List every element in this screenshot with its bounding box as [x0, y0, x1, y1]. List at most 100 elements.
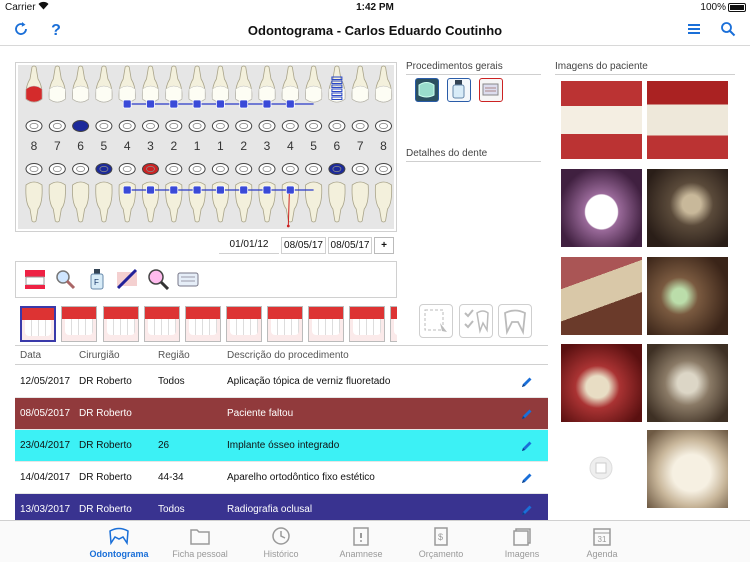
patient-photo[interactable] [647, 257, 728, 335]
procedure-thumb-selected[interactable] [20, 306, 56, 342]
lower-tooth[interactable] [25, 181, 43, 223]
implant-marker-dot[interactable] [286, 224, 290, 228]
teeth-tool-icon[interactable] [24, 268, 46, 290]
upper-crown[interactable] [305, 85, 322, 103]
brace-bracket[interactable] [215, 185, 225, 195]
brace-bracket[interactable] [262, 99, 272, 109]
upper-occlusal-surface[interactable] [281, 120, 299, 132]
col-region-header[interactable]: Região [158, 350, 190, 361]
brace-bracket[interactable] [262, 185, 272, 195]
fluoride-bottle-icon[interactable]: F [86, 268, 108, 290]
search-icon[interactable] [718, 21, 738, 41]
lower-tooth[interactable] [374, 181, 393, 223]
procedure-strip[interactable] [15, 303, 397, 343]
brace-bracket[interactable] [215, 99, 225, 109]
upper-crown[interactable] [49, 85, 66, 103]
edit-pencil-icon[interactable] [520, 407, 534, 421]
patient-photo[interactable] [561, 81, 642, 159]
upper-occlusal-surface[interactable] [48, 120, 66, 132]
patient-photo[interactable] [647, 169, 728, 247]
upper-occlusal-surface[interactable] [25, 120, 43, 132]
upper-crown[interactable] [95, 85, 113, 103]
tab-anamnese[interactable]: Anamnese [321, 525, 401, 559]
upper-occlusal-surface[interactable] [375, 120, 392, 132]
brace-bracket[interactable] [122, 99, 132, 109]
brace-bracket[interactable] [122, 185, 132, 195]
upper-occlusal-surface[interactable] [165, 120, 183, 132]
lower-occlusal-surface[interactable] [235, 163, 253, 175]
upper-occlusal-surface[interactable] [305, 120, 323, 132]
lower-tooth[interactable] [72, 181, 90, 223]
edit-pencil-icon[interactable] [520, 375, 534, 389]
lower-occlusal-surface[interactable] [281, 163, 299, 175]
table-row[interactable]: 13/03/2017 DR Roberto Todos Radiografia ocl… [15, 494, 548, 520]
table-row[interactable]: 08/05/2017 DR Roberto Paciente faltou [15, 398, 548, 430]
patient-photo[interactable] [647, 430, 728, 508]
menu-icon[interactable] [684, 21, 704, 41]
tab-agenda[interactable]: 31 Agenda [562, 525, 642, 559]
lower-occlusal-surface[interactable] [258, 163, 276, 175]
procedure-thumb[interactable] [103, 306, 139, 342]
checklist-tooth-icon[interactable] [459, 304, 493, 338]
lower-occlusal-surface[interactable] [72, 163, 90, 175]
patient-photo[interactable] [561, 344, 642, 422]
lower-tooth[interactable] [95, 181, 113, 223]
procedure-thumb[interactable] [308, 306, 344, 342]
table-row[interactable]: 12/05/2017 DR Roberto Todos Aplicação tópic… [15, 366, 548, 398]
brace-bracket[interactable] [169, 185, 179, 195]
patient-photo[interactable] [647, 81, 728, 159]
col-date-header[interactable]: Data [20, 350, 41, 361]
brace-bracket[interactable] [239, 99, 249, 109]
lower-occlusal-surface[interactable] [165, 163, 183, 175]
lower-tooth[interactable] [328, 181, 346, 223]
upper-occlusal-surface[interactable] [328, 120, 346, 132]
lower-tooth[interactable] [351, 181, 369, 223]
patient-photo[interactable] [561, 169, 642, 247]
lower-occlusal-surface[interactable] [25, 163, 43, 175]
lower-occlusal-surface[interactable] [328, 163, 346, 175]
procedure-thumb[interactable] [144, 306, 180, 342]
col-surgeon-header[interactable]: Cirurgião [79, 350, 120, 361]
odontogram-chart[interactable]: 8 7 6 5 4 3 2 1 1 2 3 4 5 6 7 8 [15, 62, 397, 232]
procedure-thumb[interactable] [349, 306, 385, 342]
upper-occlusal-surface[interactable] [258, 120, 276, 132]
tab-odontograma[interactable]: Odontograma [79, 525, 159, 559]
brace-bracket[interactable] [146, 185, 155, 195]
occlusal-xray-icon[interactable] [479, 78, 503, 102]
xray-panoramic-icon[interactable] [415, 78, 439, 102]
upper-crown[interactable] [375, 85, 392, 103]
lower-occlusal-surface[interactable] [118, 163, 136, 175]
magnifier-tooth-icon[interactable] [54, 268, 76, 290]
lower-occlusal-surface[interactable] [48, 163, 66, 175]
lower-occlusal-surface[interactable] [351, 163, 369, 175]
upper-occlusal-surface[interactable] [351, 120, 369, 132]
brace-bracket[interactable] [192, 185, 202, 195]
brace-bracket[interactable] [285, 99, 295, 109]
procedure-thumb[interactable] [390, 306, 397, 342]
brace-bracket[interactable] [146, 99, 155, 109]
table-row[interactable]: 23/04/2017 DR Roberto 26 Implante ósseo int… [15, 430, 548, 462]
tooth-root-icon[interactable] [498, 304, 532, 338]
patient-photo[interactable] [647, 344, 728, 422]
date-cell-1[interactable]: 01/01/12 [219, 237, 279, 254]
tab-imagens[interactable]: Imagens [482, 525, 562, 559]
lower-occlusal-surface[interactable] [375, 163, 392, 175]
procedure-thumb[interactable] [61, 306, 97, 342]
lower-occlusal-surface[interactable] [305, 163, 323, 175]
tab-ficha-pessoal[interactable]: Ficha pessoal [160, 525, 240, 559]
edit-pencil-icon[interactable] [520, 503, 534, 517]
upper-occlusal-surface[interactable] [142, 120, 159, 132]
col-description-header[interactable]: Descrição do procedimento [227, 350, 349, 361]
lower-tooth[interactable] [48, 181, 66, 223]
lower-occlusal-surface[interactable] [95, 163, 113, 175]
brace-tool-icon[interactable] [116, 268, 138, 290]
upper-occlusal-surface[interactable] [72, 120, 90, 132]
fluoride-icon[interactable] [447, 78, 471, 102]
edit-pencil-icon[interactable] [520, 439, 534, 453]
procedure-thumb[interactable] [185, 306, 221, 342]
brace-bracket[interactable] [239, 185, 249, 195]
patient-photo[interactable] [561, 257, 642, 335]
upper-occlusal-surface[interactable] [118, 120, 136, 132]
date-cell-3[interactable]: 08/05/17 [328, 237, 372, 254]
lower-occlusal-surface[interactable] [188, 163, 206, 175]
